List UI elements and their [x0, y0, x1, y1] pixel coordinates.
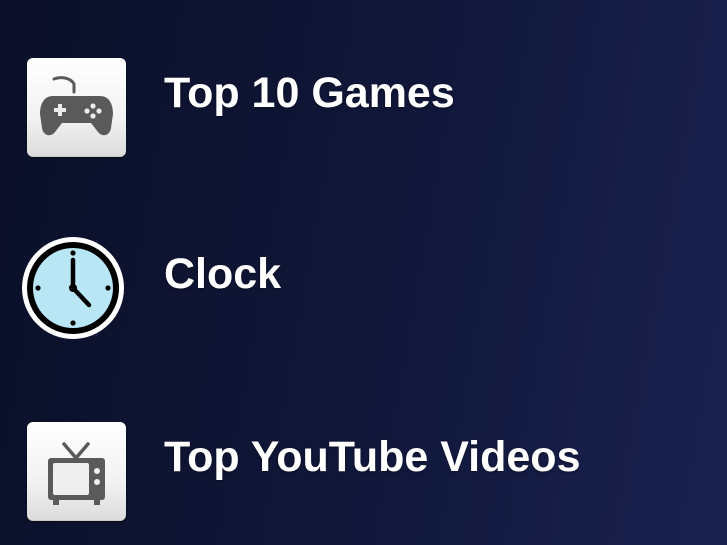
menu-item-label: Clock	[164, 250, 282, 298]
menu-item-label: Top YouTube Videos	[164, 433, 581, 481]
menu-item-top-10-games[interactable]: Top 10 Games	[0, 48, 727, 158]
clock-icon	[21, 236, 125, 340]
menu-item-top-youtube-videos[interactable]: Top YouTube Videos	[0, 412, 727, 522]
menu-item-clock[interactable]: Clock	[0, 228, 727, 340]
app-menu: Top 10 Games Clock Top YouTube Videos	[0, 0, 727, 545]
tv-icon	[27, 422, 126, 521]
menu-item-label: Top 10 Games	[164, 69, 455, 117]
gamepad-icon	[27, 58, 126, 157]
